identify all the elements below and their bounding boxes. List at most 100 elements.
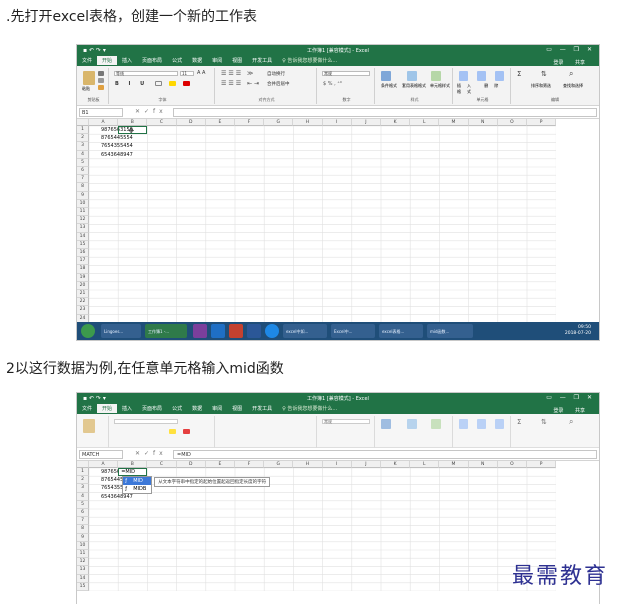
- font-color-icon[interactable]: [183, 429, 190, 434]
- row-header-10[interactable]: 10: [77, 199, 89, 208]
- column-header-J[interactable]: J: [351, 461, 381, 468]
- taskbar-item-lingoes[interactable]: Lingoes...: [101, 324, 141, 338]
- border-icon[interactable]: [155, 81, 162, 86]
- row-header-7[interactable]: 7: [77, 175, 89, 184]
- cell-styles-icon[interactable]: [431, 71, 441, 81]
- column-header-E[interactable]: E: [205, 461, 235, 468]
- tab-review[interactable]: 审阅: [207, 56, 227, 65]
- font-name-select[interactable]: [114, 419, 178, 424]
- table-format-icon[interactable]: [407, 71, 417, 81]
- column-header-M[interactable]: M: [439, 461, 469, 468]
- column-header-C[interactable]: C: [147, 461, 177, 468]
- taskbar-item-excel[interactable]: 工作簿1 -...: [145, 324, 187, 338]
- row-header-1[interactable]: 1: [77, 126, 89, 135]
- row-header-8[interactable]: 8: [77, 183, 89, 192]
- row-header-13[interactable]: 13: [77, 224, 89, 233]
- horizontal-align-icons[interactable]: ☰☰☰ ⇤⇥: [221, 80, 261, 87]
- conditional-format-icon[interactable]: [381, 71, 391, 81]
- font-name-select[interactable]: 等线: [114, 71, 178, 76]
- tab-formulas[interactable]: 公式: [167, 404, 187, 413]
- editing-cell-B1[interactable]: =MID: [118, 468, 148, 477]
- column-header-H[interactable]: H: [293, 119, 323, 126]
- tab-page-layout[interactable]: 页面布局: [137, 56, 167, 65]
- conditional-format-icon[interactable]: [381, 419, 391, 429]
- tell-me-search[interactable]: ♀ 告诉我您想要做什么...: [277, 404, 342, 413]
- row-header-18[interactable]: 18: [77, 265, 89, 274]
- row-header-12[interactable]: 12: [77, 216, 89, 225]
- row-header-19[interactable]: 19: [77, 273, 89, 282]
- formula-input[interactable]: =MID: [173, 450, 597, 459]
- tab-file[interactable]: 文件: [77, 56, 97, 65]
- tab-formulas[interactable]: 公式: [167, 56, 187, 65]
- number-format-select[interactable]: 常规: [322, 419, 370, 424]
- row-header-4[interactable]: 4: [77, 492, 89, 501]
- window-controls[interactable]: ▭ — ❐ ✕: [546, 46, 595, 53]
- wrap-text-button[interactable]: 自动换行: [267, 71, 285, 77]
- column-header-O[interactable]: O: [497, 119, 527, 126]
- tab-data[interactable]: 数据: [187, 404, 207, 413]
- row-header-6[interactable]: 6: [77, 509, 89, 518]
- tab-view[interactable]: 视图: [227, 404, 247, 413]
- tab-home[interactable]: 开始: [97, 56, 118, 65]
- cell-A2[interactable]: 8765445554: [101, 135, 133, 141]
- column-header-O[interactable]: O: [497, 461, 527, 468]
- row-header-23[interactable]: 23: [77, 306, 89, 315]
- autosum-icon[interactable]: Σ: [517, 70, 521, 78]
- paste-icon[interactable]: [83, 71, 95, 85]
- font-color-icon[interactable]: [183, 81, 190, 86]
- fill-color-icon[interactable]: [169, 429, 176, 434]
- tab-insert[interactable]: 插入: [117, 56, 137, 65]
- tab-review[interactable]: 审阅: [207, 404, 227, 413]
- tab-developer[interactable]: 开发工具: [247, 404, 277, 413]
- cell-A3[interactable]: 7654355454: [101, 143, 133, 149]
- format-cells-icon[interactable]: [495, 419, 504, 429]
- column-header-P[interactable]: P: [527, 461, 557, 468]
- outlook-icon[interactable]: [211, 324, 225, 338]
- column-header-I[interactable]: I: [322, 119, 352, 126]
- powerpoint-icon[interactable]: [229, 324, 243, 338]
- tell-me-search[interactable]: ♀ 告诉我您想要做什么...: [277, 56, 342, 65]
- column-header-J[interactable]: J: [351, 119, 381, 126]
- column-header-G[interactable]: G: [264, 461, 294, 468]
- column-header-K[interactable]: K: [381, 119, 411, 126]
- tab-file[interactable]: 文件: [77, 404, 97, 413]
- column-header-D[interactable]: D: [176, 461, 206, 468]
- column-header-B[interactable]: B: [118, 119, 148, 126]
- insert-cells-icon[interactable]: [459, 71, 468, 81]
- row-header-3[interactable]: 3: [77, 142, 89, 151]
- column-header-C[interactable]: C: [147, 119, 177, 126]
- column-header-D[interactable]: D: [176, 119, 206, 126]
- number-format-select[interactable]: 常规: [322, 71, 370, 76]
- fill-color-icon[interactable]: [169, 81, 176, 86]
- row-header-1[interactable]: 1: [77, 468, 89, 477]
- row-header-5[interactable]: 5: [77, 158, 89, 167]
- row-header-3[interactable]: 3: [77, 484, 89, 493]
- vertical-align-icons[interactable]: ☰☰☰ ≫: [221, 70, 255, 77]
- number-format-icons[interactable]: $ % , ⁺⁰: [323, 81, 342, 87]
- row-header-9[interactable]: 9: [77, 191, 89, 200]
- function-autocomplete-list[interactable]: ƒ MID ƒ MIDB: [122, 476, 153, 495]
- column-header-N[interactable]: N: [468, 119, 498, 126]
- copy-icon[interactable]: [98, 78, 104, 83]
- onenote-icon[interactable]: [193, 324, 207, 338]
- column-header-L[interactable]: L: [410, 119, 440, 126]
- sort-filter-icon[interactable]: ⇅: [541, 418, 547, 426]
- format-cells-icon[interactable]: [495, 71, 504, 81]
- tab-data[interactable]: 数据: [187, 56, 207, 65]
- autocomplete-item-mid[interactable]: ƒ MID: [123, 477, 152, 486]
- column-header-A[interactable]: A: [89, 119, 119, 126]
- autosum-icon[interactable]: Σ: [517, 418, 521, 426]
- column-header-I[interactable]: I: [322, 461, 352, 468]
- row-header-2[interactable]: 2: [77, 476, 89, 485]
- merge-center-button[interactable]: 合并后居中: [267, 81, 290, 87]
- row-header-11[interactable]: 11: [77, 208, 89, 217]
- row-header-16[interactable]: 16: [77, 249, 89, 258]
- row-header-15[interactable]: 15: [77, 240, 89, 249]
- start-button-icon[interactable]: [81, 324, 95, 338]
- column-header-K[interactable]: K: [381, 461, 411, 468]
- column-header-F[interactable]: F: [235, 119, 265, 126]
- taskbar-item-mid[interactable]: mid函数...: [427, 324, 473, 338]
- select-all-corner[interactable]: [77, 119, 89, 126]
- app-k-icon[interactable]: [265, 324, 279, 338]
- row-header-10[interactable]: 10: [77, 541, 89, 550]
